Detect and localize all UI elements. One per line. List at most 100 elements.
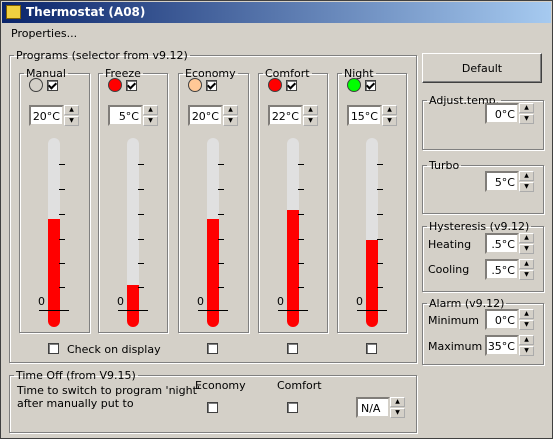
program-temp-value[interactable]: 20°C (29, 105, 64, 126)
status-led-icon (108, 78, 122, 92)
alarm-maximum-label: Maximum (428, 340, 483, 353)
down-arrow-icon[interactable]: ▼ (223, 116, 238, 126)
programs-legend: Programs (selector from v9.12) (16, 49, 188, 62)
window-title: Thermostat (A08) (26, 5, 146, 19)
program-enabled-checkbox[interactable] (365, 80, 376, 91)
down-arrow-icon[interactable]: ▼ (64, 116, 79, 126)
scale-tick (218, 214, 224, 215)
program-name: Night (344, 67, 374, 80)
time-off-comfort-label: Comfort (277, 379, 322, 392)
comfort-display-checkbox[interactable] (287, 343, 298, 354)
thermometer-fill (366, 240, 378, 327)
heating-value[interactable]: .5°C (485, 233, 519, 254)
status-led-icon (347, 78, 361, 92)
down-arrow-icon[interactable]: ▼ (390, 408, 405, 418)
down-arrow-icon[interactable]: ▼ (519, 346, 534, 356)
scale-tick (59, 239, 65, 240)
scale-zero-label: 0 (38, 295, 45, 308)
program-temp-value[interactable]: 5°C (108, 105, 143, 126)
up-arrow-icon[interactable]: ▲ (519, 259, 534, 269)
scale-tick (377, 164, 383, 165)
scale-tick (59, 189, 65, 190)
alarm-minimum-value[interactable]: 0°C (485, 309, 519, 330)
scale-baseline (39, 310, 69, 311)
scale-tick (377, 189, 383, 190)
scale-tick (218, 189, 224, 190)
scale-tick (59, 214, 65, 215)
default-button[interactable]: Default (422, 53, 542, 83)
title-bar[interactable]: Thermostat (A08) (2, 2, 551, 23)
down-arrow-icon[interactable]: ▼ (382, 116, 397, 126)
time-off-comfort-checkbox[interactable] (287, 402, 298, 413)
down-arrow-icon[interactable]: ▼ (519, 182, 534, 192)
up-arrow-icon[interactable]: ▲ (223, 105, 238, 115)
up-arrow-icon[interactable]: ▲ (382, 105, 397, 115)
scale-tick (59, 263, 65, 264)
night-display-checkbox[interactable] (366, 343, 377, 354)
down-arrow-icon[interactable]: ▼ (143, 116, 158, 126)
program-enabled-checkbox[interactable] (126, 80, 137, 91)
up-arrow-icon[interactable]: ▲ (303, 105, 318, 115)
up-arrow-icon[interactable]: ▲ (519, 309, 534, 319)
up-arrow-icon[interactable]: ▲ (519, 171, 534, 181)
up-arrow-icon[interactable]: ▲ (143, 105, 158, 115)
cooling-value[interactable]: .5°C (485, 259, 519, 280)
program-name: Freeze (105, 67, 141, 80)
heating-label: Heating (428, 238, 472, 251)
turbo-value[interactable]: 5°C (485, 171, 519, 192)
thermostat-window: Thermostat (A08) Properties... Programs … (0, 0, 553, 439)
properties-label: Properties... (11, 27, 78, 40)
up-arrow-icon[interactable]: ▲ (519, 103, 534, 113)
scale-zero-label: 0 (356, 295, 363, 308)
program-enabled-checkbox[interactable] (47, 80, 58, 91)
scale-tick (298, 287, 304, 288)
down-arrow-icon[interactable]: ▼ (519, 114, 534, 124)
hysteresis-group: Hysteresis (v9.12) (422, 220, 544, 292)
program-temp-value[interactable]: 20°C (188, 105, 223, 126)
scale-tick (218, 239, 224, 240)
time-off-economy-checkbox[interactable] (207, 402, 218, 413)
up-arrow-icon[interactable]: ▲ (519, 335, 534, 345)
thermometer-fill (127, 285, 139, 327)
turbo-legend: Turbo (429, 159, 460, 172)
program-enabled-checkbox[interactable] (286, 80, 297, 91)
program-name: Comfort (265, 67, 310, 80)
alarm-maximum-value[interactable]: 35°C (485, 335, 519, 356)
scale-zero-label: 0 (277, 295, 284, 308)
adjust-temp-value[interactable]: 0°C (485, 103, 519, 124)
scale-tick (138, 164, 144, 165)
down-arrow-icon[interactable]: ▼ (519, 244, 534, 254)
up-arrow-icon[interactable]: ▲ (390, 397, 405, 407)
program-temp-value[interactable]: 22°C (268, 105, 303, 126)
up-arrow-icon[interactable]: ▲ (519, 233, 534, 243)
scale-tick (218, 287, 224, 288)
economy-display-checkbox[interactable] (207, 343, 218, 354)
check-on-display-checkbox[interactable] (48, 343, 59, 354)
time-off-value[interactable]: N/A (356, 397, 390, 418)
scale-tick (377, 214, 383, 215)
check-on-display-label: Check on display (67, 343, 161, 356)
scale-tick (298, 239, 304, 240)
program-name: Manual (26, 67, 66, 80)
cooling-label: Cooling (428, 263, 470, 276)
scale-tick (377, 287, 383, 288)
scale-tick (298, 189, 304, 190)
time-off-description-2: after manually put to (17, 397, 134, 410)
scale-baseline (357, 310, 387, 311)
up-arrow-icon[interactable]: ▲ (64, 105, 79, 115)
scale-tick (377, 239, 383, 240)
program-enabled-checkbox[interactable] (206, 80, 217, 91)
scale-tick (218, 164, 224, 165)
alarm-minimum-label: Minimum (428, 314, 479, 327)
program-temp-value[interactable]: 15°C (347, 105, 382, 126)
down-arrow-icon[interactable]: ▼ (519, 270, 534, 280)
down-arrow-icon[interactable]: ▼ (519, 320, 534, 330)
down-arrow-icon[interactable]: ▼ (303, 116, 318, 126)
scale-zero-label: 0 (197, 295, 204, 308)
scale-tick (377, 263, 383, 264)
status-led-icon (268, 78, 282, 92)
scale-zero-label: 0 (117, 295, 124, 308)
scale-tick (59, 287, 65, 288)
scale-baseline (118, 310, 148, 311)
scale-tick (298, 214, 304, 215)
